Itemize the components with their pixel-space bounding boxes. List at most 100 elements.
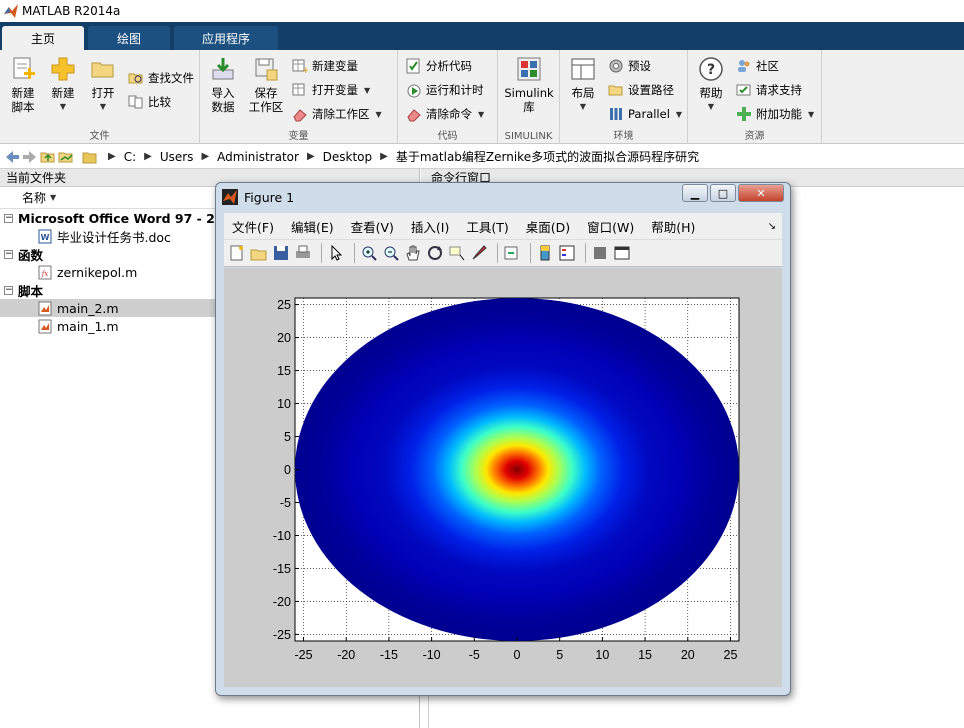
chevron-down-icon: ▼ (364, 85, 371, 95)
y-tick-label: -5 (280, 496, 291, 510)
toolbar-separator (497, 243, 498, 263)
up-folder-icon[interactable] (40, 149, 56, 165)
help-button[interactable]: ? 帮助 ▼ (694, 56, 728, 114)
gear-icon (609, 59, 623, 73)
set-path-button[interactable]: 设置路径 (608, 80, 674, 100)
minimize-button[interactable]: ▁ (682, 184, 708, 202)
collapse-icon[interactable]: − (4, 213, 13, 223)
figure-title-bar: Figure 1 (222, 187, 294, 207)
zoom-out-icon[interactable] (382, 244, 400, 262)
code-group: 分析代码 运行和计时 清除命令 ▼ 代码 (398, 50, 498, 144)
tab-plots[interactable]: 绘图 (88, 26, 170, 50)
zoom-in-icon[interactable] (360, 244, 378, 262)
function-file-icon: fx (38, 265, 52, 279)
x-tick-label: 5 (556, 648, 563, 662)
figure-menu-item[interactable]: 插入(I) (411, 217, 449, 236)
sort-arrow-icon: ▼ (50, 193, 57, 202)
y-tick-label: -10 (273, 529, 291, 543)
x-tick-label: 15 (638, 648, 652, 662)
figure-window[interactable]: Figure 1 ▁ □ ✕ 文件(F) 编辑(E) 查看(V) 插入(I) 工具(T)… (215, 182, 791, 696)
import-data-button[interactable]: 导入 数据 (206, 56, 240, 114)
collapse-icon[interactable]: − (4, 285, 13, 295)
figure-menu-item[interactable]: 桌面(D) (526, 217, 570, 236)
browse-folder-icon[interactable] (58, 149, 74, 165)
path-segment[interactable]: Desktop (323, 150, 373, 164)
wavefront-surface[interactable] (295, 298, 739, 641)
m-script-icon (38, 301, 52, 315)
compare-button[interactable]: 比较 (128, 92, 171, 112)
close-button[interactable]: ✕ (738, 184, 784, 202)
path-segment[interactable]: 基于matlab编程Zernike多项式的波面拟合源码程序研究 (396, 148, 699, 165)
path-separator-icon: ▶ (380, 151, 388, 162)
figure-menu-item[interactable]: 帮助(H) (651, 217, 695, 236)
toolbar-separator (585, 243, 586, 263)
preferences-button[interactable]: 预设 (608, 56, 651, 76)
svg-text:+: + (302, 66, 308, 74)
open-button[interactable]: 打开 ▼ (86, 56, 120, 114)
maximize-button[interactable]: □ (710, 184, 736, 202)
app-title-bar: MATLAB R2014a (0, 0, 964, 22)
pointer-icon[interactable] (327, 244, 345, 262)
save-icon[interactable] (272, 244, 290, 262)
new-variable-button[interactable]: + 新建变量 (292, 56, 358, 76)
path-separator-icon: ▶ (201, 151, 210, 162)
figure-menu-item[interactable]: 编辑(E) (291, 217, 334, 236)
find-files-icon (128, 73, 143, 84)
figure-menu-item[interactable]: 工具(T) (466, 217, 508, 236)
data-cursor-icon[interactable] (448, 244, 466, 262)
toolbar-separator (354, 243, 355, 263)
show-plot-tools-icon[interactable] (613, 244, 631, 262)
open-file-icon[interactable] (250, 244, 268, 262)
addons-button[interactable]: 附加功能 ▼ (736, 104, 814, 124)
rotate-3d-icon[interactable] (426, 244, 444, 262)
environment-group-title: 环境 (613, 131, 634, 142)
x-tick-label: -25 (294, 648, 312, 662)
new-script-button[interactable]: 新建 脚本 (6, 56, 40, 114)
folder-path-icon (608, 85, 623, 96)
forward-arrow-icon[interactable] (22, 149, 38, 165)
y-tick-label: 15 (277, 364, 291, 378)
parallel-icon (610, 108, 622, 120)
plot-svg[interactable]: -25 -20 -15 -10 -5 0 5 10 15 20 25 -25 -20 -15 -10 -5 0… (224, 268, 782, 687)
figure-menu-item[interactable]: 文件(F) (232, 217, 274, 236)
figure-canvas[interactable]: -25 -20 -15 -10 -5 0 5 10 15 20 25 -25 -20 -15 -10 -5 0… (224, 268, 782, 687)
colorbar-icon[interactable] (536, 244, 554, 262)
community-button[interactable]: 社区 (736, 56, 779, 76)
back-arrow-icon[interactable] (4, 149, 20, 165)
run-and-time-button[interactable]: 运行和计时 (406, 80, 484, 100)
new-button[interactable]: 新建 ▼ (46, 56, 80, 114)
save-workspace-icon (255, 58, 278, 81)
clear-commands-button[interactable]: 清除命令 ▼ (406, 104, 484, 124)
request-support-button[interactable]: 请求支持 (736, 80, 802, 100)
save-workspace-button[interactable]: 保存 工作区 (246, 56, 286, 114)
analyze-code-button[interactable]: 分析代码 (406, 56, 472, 76)
clear-workspace-button[interactable]: 清除工作区 ▼ (292, 104, 382, 124)
tab-home[interactable]: 主页 (2, 26, 84, 50)
tab-apps[interactable]: 应用程序 (174, 26, 278, 50)
layout-button[interactable]: 布局 ▼ (566, 56, 600, 114)
legend-icon[interactable] (558, 244, 576, 262)
print-icon[interactable] (294, 244, 312, 262)
link-icon[interactable] (503, 244, 521, 262)
pan-icon[interactable] (404, 244, 422, 262)
new-figure-icon[interactable] (228, 244, 246, 262)
figure-menu-item[interactable]: 窗口(W) (587, 217, 634, 236)
figure-menu-item[interactable]: 查看(V) (351, 217, 394, 236)
ribbon: 新建 脚本 新建 ▼ 打开 ▼ 查找文件 比较 文件 导入 数据 保存 工作区 … (0, 50, 964, 144)
path-segment[interactable]: Users (160, 150, 194, 164)
open-variable-button[interactable]: 打开变量 ▼ (292, 80, 370, 100)
hide-plot-tools-icon[interactable] (591, 244, 609, 262)
find-files-button[interactable]: 查找文件 (128, 68, 194, 88)
compare-icon (128, 95, 143, 109)
brush-icon[interactable] (470, 244, 488, 262)
path-segment[interactable]: C: (124, 150, 136, 164)
variable-group: 导入 数据 保存 工作区 + 新建变量 打开变量 ▼ 清除工作区 ▼ 变量 (200, 50, 398, 144)
path-separator-icon: ▶ (144, 151, 152, 162)
simulink-library-button[interactable]: Simulink 库 (502, 56, 556, 114)
collapse-icon[interactable]: − (4, 249, 13, 259)
path-segment[interactable]: Administrator (217, 150, 299, 164)
x-tick-label: -10 (423, 648, 441, 662)
parallel-button[interactable]: Parallel ▼ (608, 104, 682, 124)
eraser-icon (293, 109, 307, 122)
dock-arrow-icon[interactable]: ↘ (768, 221, 776, 232)
